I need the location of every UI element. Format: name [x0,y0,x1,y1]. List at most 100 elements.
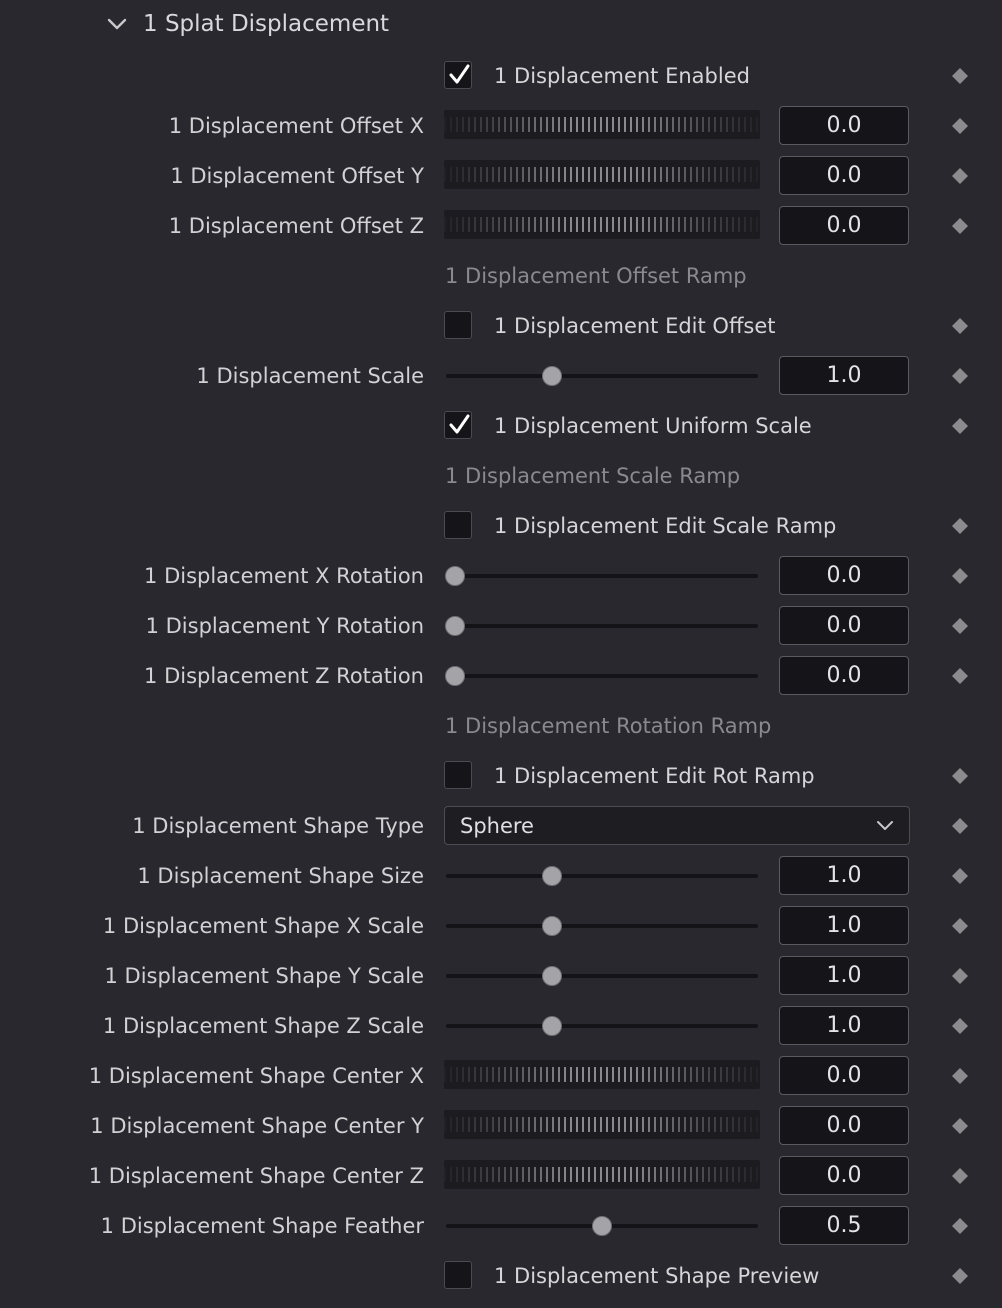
param-row: 1 Displacement Shape Type Sphere [0,801,1002,851]
chevron-down-icon[interactable] [106,14,128,34]
slider-thumb[interactable] [445,566,466,586]
drag-ticks [444,1167,760,1182]
checkbox[interactable] [444,61,472,89]
keyframe-diamond-icon[interactable] [951,967,969,985]
slider-thumb[interactable] [542,1016,563,1036]
keyframe-diamond-icon[interactable] [951,817,969,835]
slider[interactable] [446,1016,758,1036]
slider[interactable] [446,966,758,986]
drag-control[interactable] [444,160,760,189]
drag-ticks [444,217,760,232]
value-field[interactable]: 1.0 [779,356,909,395]
keyframe-diamond-icon[interactable] [951,617,969,635]
keyframe-diamond-icon[interactable] [951,1067,969,1085]
slider-track [446,624,758,628]
param-row: 1 Displacement Y Rotation 0.0 [0,601,1002,651]
param-label: 1 Displacement Shape Center Z [88,1164,424,1188]
param-row: 1 Displacement Scale Ramp [0,451,1002,501]
value-field[interactable]: 0.0 [779,156,909,195]
keyframe-diamond-icon[interactable] [951,1167,969,1185]
value-field[interactable]: 0.0 [779,606,909,645]
drag-control[interactable] [444,1160,760,1189]
param-row: 1 Displacement Edit Scale Ramp [0,501,1002,551]
drag-control[interactable] [444,1060,760,1089]
slider-track [446,924,758,928]
keyframe-diamond-icon[interactable] [951,117,969,135]
keyframe-diamond-icon[interactable] [951,1217,969,1235]
checkbox[interactable] [444,1261,472,1289]
param-row: 1 Displacement Offset X 0.0 [0,101,1002,151]
param-row: 1 Displacement Uniform Scale [0,401,1002,451]
keyframe-diamond-icon[interactable] [951,1267,969,1285]
keyframe-diamond-icon[interactable] [951,67,969,85]
keyframe-diamond-icon[interactable] [951,317,969,335]
slider[interactable] [446,916,758,936]
param-label: 1 Displacement Shape Center X [88,1064,424,1088]
value-field[interactable]: 1.0 [779,856,909,895]
checkbox[interactable] [444,411,472,439]
slider[interactable] [446,866,758,886]
value-field[interactable]: 0.0 [779,1106,909,1145]
slider-thumb[interactable] [542,966,563,986]
value-field[interactable]: 1.0 [779,956,909,995]
chevron-down-icon [877,821,893,830]
value-field[interactable]: 0.0 [779,656,909,695]
select-value: Sphere [460,814,534,838]
slider-thumb[interactable] [445,666,466,686]
checkbox[interactable] [444,761,472,789]
keyframe-diamond-icon[interactable] [951,217,969,235]
checkbox[interactable] [444,311,472,339]
drag-control[interactable] [444,1110,760,1139]
param-label: 1 Displacement Offset X [168,114,424,138]
slider[interactable] [445,566,758,586]
value-field[interactable]: 0.5 [779,1206,909,1245]
keyframe-diamond-icon[interactable] [951,1117,969,1135]
keyframe-diamond-icon[interactable] [951,767,969,785]
param-label: 1 Displacement Scale [196,364,424,388]
keyframe-diamond-icon[interactable] [951,667,969,685]
checkmark-icon [449,414,470,434]
param-row: 1 Displacement Edit Offset [0,301,1002,351]
value-field[interactable]: 0.0 [779,556,909,595]
slider-thumb[interactable] [542,366,563,386]
group-label: 1 Displacement Scale Ramp [445,464,741,488]
section-header[interactable]: 1 Splat Displacement [0,0,1002,48]
slider[interactable] [446,1216,758,1236]
param-label: 1 Displacement Shape Size [137,864,424,888]
param-row: 1 Displacement Shape Center Y 0.0 [0,1101,1002,1151]
slider-track [446,974,758,978]
slider-thumb[interactable] [445,616,466,636]
drag-control[interactable] [444,210,760,239]
value-field[interactable]: 0.0 [779,206,909,245]
keyframe-diamond-icon[interactable] [951,417,969,435]
slider-track [446,874,758,878]
checkbox-label: 1 Displacement Edit Rot Ramp [494,764,815,788]
param-label: 1 Displacement Shape Center Y [90,1114,424,1138]
group-label: 1 Displacement Rotation Ramp [445,714,772,738]
param-label: 1 Displacement Offset Z [168,214,424,238]
drag-control[interactable] [444,110,760,139]
slider[interactable] [446,366,758,386]
checkbox[interactable] [444,511,472,539]
keyframe-diamond-icon[interactable] [951,517,969,535]
value-field[interactable]: 1.0 [779,1006,909,1045]
slider-thumb[interactable] [592,1216,612,1236]
keyframe-diamond-icon[interactable] [951,1017,969,1035]
keyframe-diamond-icon[interactable] [951,917,969,935]
value-field[interactable]: 1.0 [779,906,909,945]
slider[interactable] [445,616,758,636]
shape-type-select[interactable]: Sphere [444,806,910,845]
slider-track [446,574,758,578]
section-title: 1 Splat Displacement [143,11,390,37]
slider-thumb[interactable] [542,866,563,886]
keyframe-diamond-icon[interactable] [951,367,969,385]
value-field[interactable]: 0.0 [779,1156,909,1195]
value-field[interactable]: 0.0 [779,106,909,145]
slider[interactable] [445,666,758,686]
param-label: 1 Displacement Y Rotation [145,614,424,638]
value-field[interactable]: 0.0 [779,1056,909,1095]
keyframe-diamond-icon[interactable] [951,867,969,885]
slider-thumb[interactable] [542,916,563,936]
keyframe-diamond-icon[interactable] [951,567,969,585]
keyframe-diamond-icon[interactable] [951,167,969,185]
